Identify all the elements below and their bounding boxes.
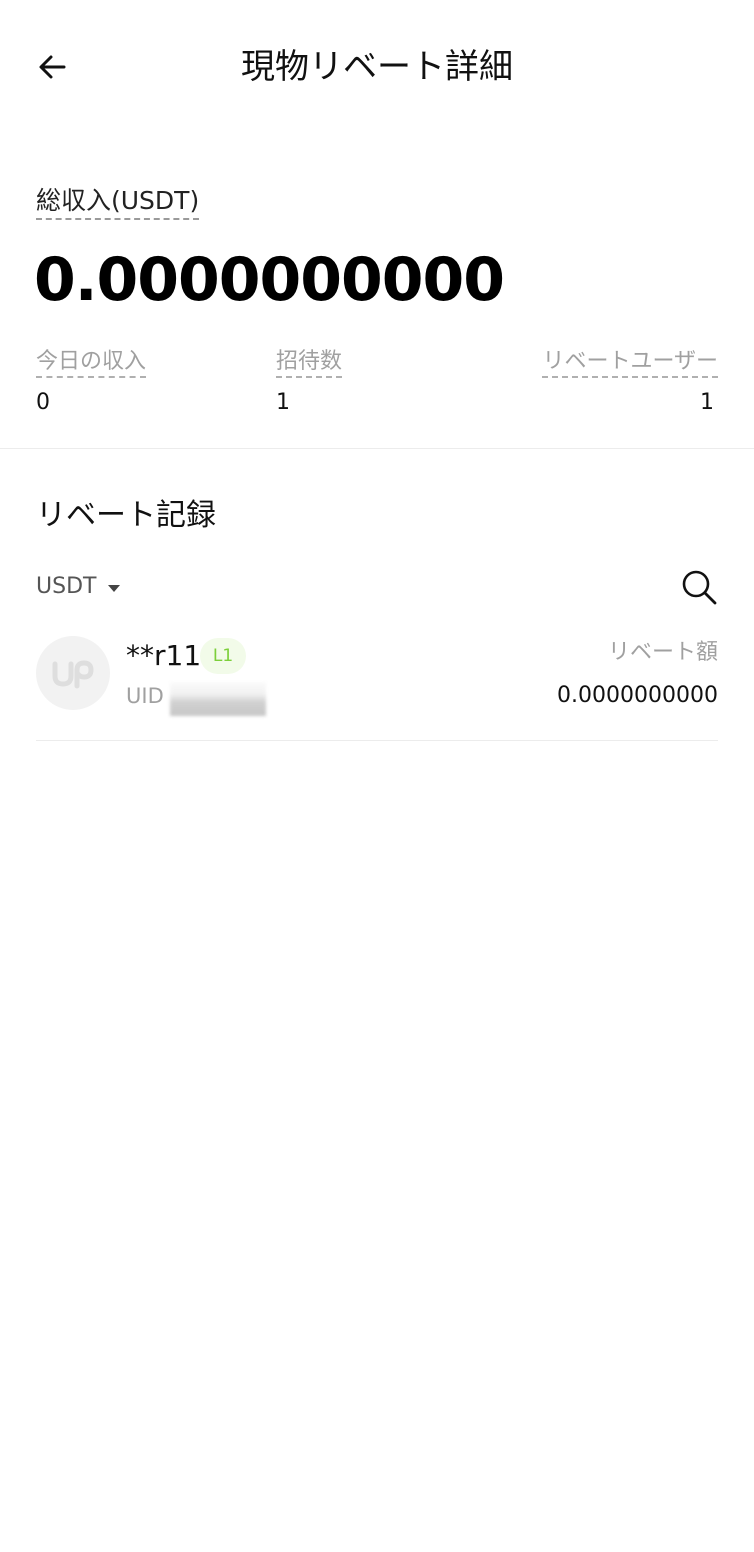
total-income-label[interactable]: 総収入(USDT) <box>36 184 200 220</box>
search-icon <box>682 570 717 605</box>
avatar <box>36 636 110 710</box>
total-income-value: 0.0000000000 <box>34 245 505 315</box>
up-logo-icon <box>52 660 94 689</box>
currency-filter-label: USDT <box>36 574 97 599</box>
records-title: リベート記録 <box>36 498 216 533</box>
row-divider <box>36 740 718 741</box>
page: 現物リベート詳細 総収入(USDT) 0.0000000000 今日の収入 0 … <box>0 0 754 1552</box>
invite-count-value: 1 <box>276 390 290 415</box>
uid-redacted <box>170 682 266 716</box>
record-row[interactable]: **r111 L1 UID リベート額 0.0000000000 <box>36 634 718 741</box>
invite-count-label[interactable]: 招待数 <box>276 348 343 378</box>
rebate-amount-value: 0.0000000000 <box>557 683 718 708</box>
caret-down-icon <box>108 584 121 592</box>
page-title: 現物リベート詳細 <box>241 47 513 87</box>
rebate-amount-label: リベート額 <box>607 640 718 665</box>
level-badge: L1 <box>200 638 246 674</box>
section-divider <box>0 448 754 449</box>
today-income-value: 0 <box>36 390 50 415</box>
rebate-users-value: 1 <box>700 390 714 415</box>
header: 現物リベート詳細 <box>0 0 754 134</box>
search-button[interactable] <box>680 568 718 606</box>
currency-filter-dropdown[interactable]: USDT <box>36 572 121 602</box>
today-income-label[interactable]: 今日の収入 <box>36 348 147 378</box>
rebate-users-label[interactable]: リベートユーザー <box>542 348 718 378</box>
uid-label: UID <box>126 684 164 708</box>
